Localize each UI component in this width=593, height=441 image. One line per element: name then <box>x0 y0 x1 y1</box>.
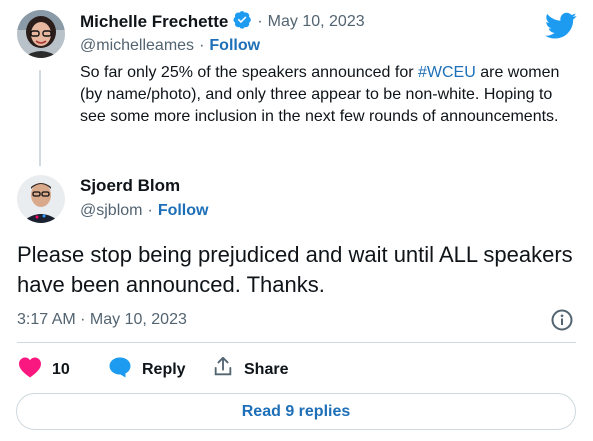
parent-tweet-text: So far only 25% of the speakers announce… <box>80 62 570 128</box>
twitter-bird-icon[interactable] <box>545 12 577 40</box>
tweet-date[interactable]: May 10, 2023 <box>268 13 365 31</box>
read-replies-button[interactable]: Read 9 replies <box>16 393 576 430</box>
follow-button[interactable]: Follow <box>158 202 209 220</box>
heart-icon <box>18 356 42 383</box>
author-name[interactable]: Sjoerd Blom <box>80 176 180 195</box>
tweet-text: Please stop being prejudiced and wait un… <box>17 242 573 297</box>
share-button[interactable]: Share <box>212 356 288 383</box>
author-handle[interactable]: @sjblom <box>80 202 142 220</box>
like-button[interactable]: 10 <box>18 356 70 383</box>
avatar[interactable] <box>17 10 65 58</box>
reply-bubble-icon <box>108 356 132 383</box>
author-handle[interactable]: @michelleames <box>80 37 194 55</box>
handle-separator: · <box>199 37 205 54</box>
read-replies-label: Read 9 replies <box>241 402 351 420</box>
share-label: Share <box>244 360 289 378</box>
hashtag-link[interactable]: #WCEU <box>418 64 476 81</box>
avatar[interactable] <box>17 175 65 223</box>
reply-button[interactable]: Reply <box>108 356 186 383</box>
follow-button[interactable]: Follow <box>209 37 260 55</box>
date-separator: · <box>257 13 263 30</box>
tweet-timestamp[interactable]: 3:17 AM · May 10, 2023 <box>17 311 187 329</box>
parent-text-start: So far only 25% of the speakers announce… <box>80 64 418 81</box>
like-count: 10 <box>52 360 70 378</box>
author-name[interactable]: Michelle Frechette <box>80 12 228 32</box>
handle-separator: · <box>147 202 153 219</box>
thread-connector <box>39 70 41 166</box>
verified-badge-icon <box>233 10 252 34</box>
info-icon[interactable] <box>550 308 574 332</box>
share-icon <box>212 356 234 383</box>
reply-label: Reply <box>142 360 186 378</box>
divider <box>17 342 576 343</box>
